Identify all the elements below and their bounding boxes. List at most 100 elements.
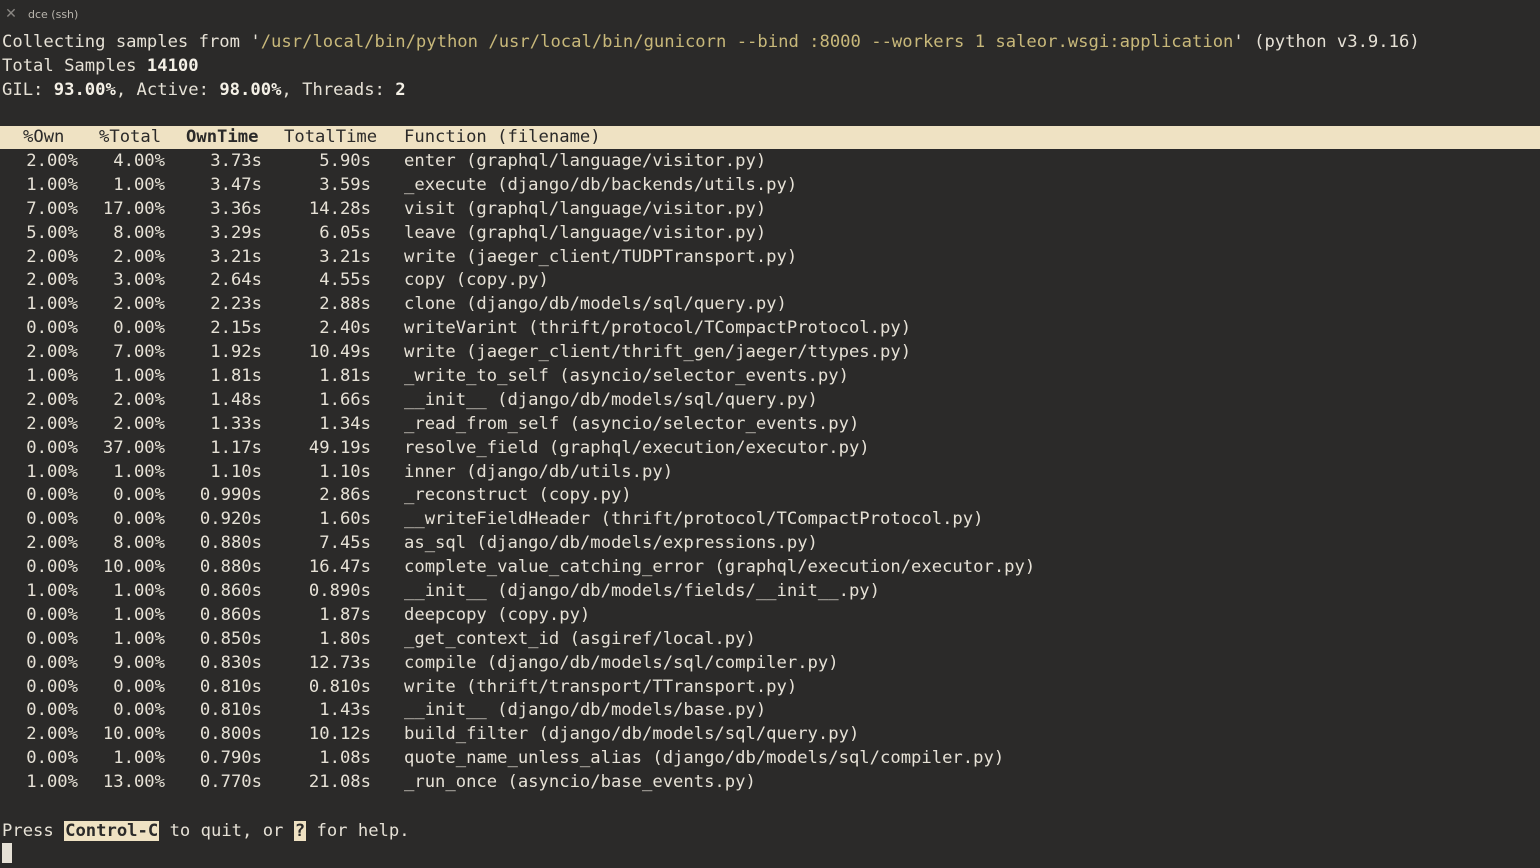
cell-total-time: 49.19s [308, 437, 371, 458]
total-samples-value: 14100 [146, 56, 199, 76]
table-row[interactable]: 2.00% 8.00% 0.880s 7.45s as_sql (django/db/m… [0, 532, 1540, 556]
table-row[interactable]: 0.00% 0.00% 0.920s 1.60s __writeFieldHeader … [0, 508, 1540, 532]
cell-total-time: 2.40s [319, 318, 371, 339]
title-bar: ✕ dce (ssh) [0, 0, 1540, 30]
table-row[interactable]: 1.00% 1.00% 1.10s 1.10s inner (django/db/uti… [0, 461, 1540, 485]
table-row[interactable]: 0.00% 37.00% 1.17s 49.19s resolve_field (gra… [0, 437, 1540, 461]
close-icon[interactable]: ✕ [4, 7, 18, 21]
cell-function: clone (django/db/models/sql/query.py) [404, 294, 787, 315]
cell-own: 0.00% [26, 557, 78, 578]
cell-total: 1.00% [113, 604, 165, 625]
table-row[interactable]: 1.00% 13.00% 0.770s 21.08s _run_once (asynci… [0, 771, 1540, 795]
table-row[interactable]: 2.00% 10.00% 0.800s 10.12s build_filter (dja… [0, 723, 1540, 747]
cell-own-time: 0.920s [199, 509, 262, 530]
table-row[interactable]: 0.00% 10.00% 0.880s 16.47s complete_value_ca… [0, 556, 1540, 580]
cell-own-time: 1.48s [210, 389, 262, 410]
quit-key: Control-C [64, 821, 160, 841]
header-own-time[interactable]: OwnTime [186, 126, 258, 149]
table-row[interactable]: 1.00% 1.00% 0.860s 0.890s __init__ (django/d… [0, 580, 1540, 604]
cell-function: deepcopy (copy.py) [404, 604, 591, 625]
cell-total: 2.00% [113, 413, 165, 434]
cell-total: 8.00% [113, 222, 165, 243]
cell-function: copy (copy.py) [404, 270, 549, 291]
cell-total: 1.00% [113, 366, 165, 387]
gil-value: 93.00% [53, 80, 116, 100]
cell-total-time: 1.66s [319, 389, 371, 410]
cell-own: 1.00% [26, 461, 78, 482]
table-row[interactable]: 2.00% 2.00% 3.21s 3.21s write (jaeger_client… [0, 246, 1540, 270]
table-row[interactable]: 7.00% 17.00% 3.36s 14.28s visit (graphql/lan… [0, 198, 1540, 222]
cell-own-time: 0.830s [199, 652, 262, 673]
threads-value: 2 [395, 80, 406, 100]
header-own[interactable]: %Own [23, 126, 64, 149]
cell-own: 2.00% [26, 389, 78, 410]
table-row[interactable]: 2.00% 3.00% 2.64s 4.55s copy (copy.py) [0, 269, 1540, 293]
cell-function: visit (graphql/language/visitor.py) [404, 198, 767, 219]
cell-own-time: 1.92s [210, 342, 262, 363]
cell-function: complete_value_catching_error (graphql/e… [404, 557, 1036, 578]
cell-own-time: 1.81s [210, 366, 262, 387]
active-value: 98.00% [219, 80, 282, 100]
cell-total: 0.00% [113, 509, 165, 530]
cell-total: 3.00% [113, 270, 165, 291]
table-row[interactable]: 1.00% 2.00% 2.23s 2.88s clone (django/db/mod… [0, 293, 1540, 317]
table-row[interactable]: 0.00% 9.00% 0.830s 12.73s compile (django/db… [0, 652, 1540, 676]
cell-total-time: 0.810s [308, 676, 371, 697]
cell-own: 1.00% [26, 366, 78, 387]
cell-total-time: 4.55s [319, 270, 371, 291]
cell-own-time: 0.810s [199, 676, 262, 697]
cell-own-time: 0.810s [199, 700, 262, 721]
table-row[interactable]: 0.00% 1.00% 0.850s 1.80s _get_context_id (as… [0, 628, 1540, 652]
gil-label: GIL: [2, 80, 54, 100]
cell-own: 2.00% [26, 413, 78, 434]
cell-function: __init__ (django/db/models/fields/__init… [404, 581, 880, 602]
cell-own: 2.00% [26, 342, 78, 363]
table-row[interactable]: 2.00% 2.00% 1.33s 1.34s _read_from_self (asy… [0, 413, 1540, 437]
table-row[interactable]: 0.00% 0.00% 0.810s 1.43s __init__ (django/db… [0, 699, 1540, 723]
table-row[interactable]: 5.00% 8.00% 3.29s 6.05s leave (graphql/langu… [0, 222, 1540, 246]
cell-own: 0.00% [26, 652, 78, 673]
cell-total: 1.00% [113, 748, 165, 769]
table-row[interactable]: 2.00% 7.00% 1.92s 10.49s write (jaeger_clien… [0, 341, 1540, 365]
cell-own: 7.00% [26, 198, 78, 219]
table-row[interactable]: 1.00% 1.00% 3.47s 3.59s _execute (django/db/… [0, 174, 1540, 198]
cell-total-time: 1.60s [319, 509, 371, 530]
cell-total-time: 12.73s [308, 652, 371, 673]
table-row[interactable]: 2.00% 2.00% 1.48s 1.66s __init__ (django/db/… [0, 389, 1540, 413]
cell-total: 0.00% [113, 700, 165, 721]
cell-total-time: 10.12s [308, 724, 371, 745]
cell-own-time: 0.880s [199, 557, 262, 578]
table-row[interactable]: 2.00% 4.00% 3.73s 5.90s enter (graphql/langu… [0, 150, 1540, 174]
cell-total-time: 7.45s [319, 533, 371, 554]
window-title: dce (ssh) [28, 8, 79, 21]
table-row[interactable]: 0.00% 0.00% 0.810s 0.810s write (thrift/tran… [0, 676, 1540, 700]
cell-own: 0.00% [26, 437, 78, 458]
cell-own-time: 0.860s [199, 604, 262, 625]
header-total-time[interactable]: TotalTime [284, 126, 377, 149]
table-row[interactable]: 0.00% 1.00% 0.790s 1.08s quote_name_unless_a… [0, 747, 1540, 771]
cell-total: 1.00% [113, 581, 165, 602]
cell-own-time: 2.15s [210, 318, 262, 339]
cell-total-time: 21.08s [308, 772, 371, 793]
cell-total-time: 1.87s [319, 604, 371, 625]
header-total[interactable]: %Total [99, 126, 161, 149]
cell-function: __init__ (django/db/models/base.py) [404, 700, 767, 721]
cell-total-time: 1.34s [319, 413, 371, 434]
cell-total: 10.00% [102, 557, 165, 578]
cell-total: 2.00% [113, 294, 165, 315]
cell-own: 2.00% [26, 151, 78, 171]
cell-total: 13.00% [102, 772, 165, 793]
footer-press: Press [2, 821, 65, 841]
table-row[interactable]: 1.00% 1.00% 1.81s 1.81s _write_to_self (asyn… [0, 365, 1540, 389]
table-row[interactable]: 0.00% 1.00% 0.860s 1.87s deepcopy (copy.py) [0, 604, 1540, 628]
header-function[interactable]: Function (filename) [404, 126, 601, 149]
table-row[interactable]: 0.00% 0.00% 0.990s 2.86s _reconstruct (copy.… [0, 484, 1540, 508]
cell-total-time: 1.81s [319, 366, 371, 387]
table-row[interactable]: 0.00% 0.00% 2.15s 2.40s writeVarint (thrift/… [0, 317, 1540, 341]
cell-function: _execute (django/db/backends/utils.py) [404, 174, 798, 195]
cell-function: build_filter (django/db/models/sql/query… [404, 724, 860, 745]
footer-mid: to quit, or [159, 821, 294, 841]
cell-function: _run_once (asyncio/base_events.py) [404, 772, 756, 793]
cell-own: 1.00% [26, 581, 78, 602]
cell-own-time: 1.17s [210, 437, 262, 458]
